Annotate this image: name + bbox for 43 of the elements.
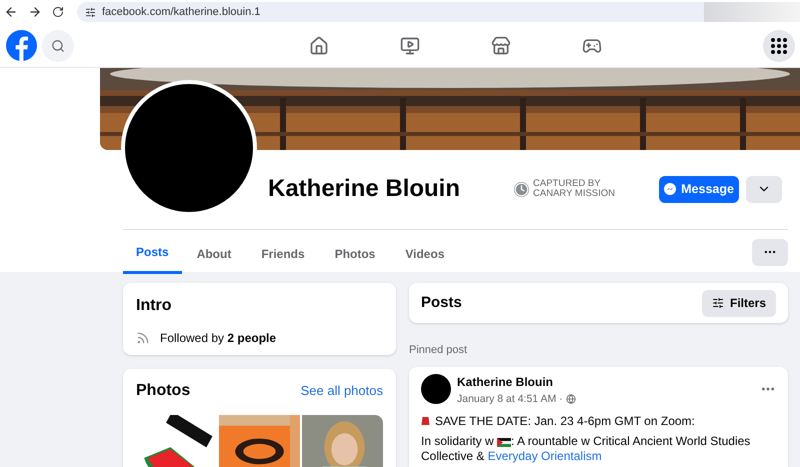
intro-title: Intro	[136, 296, 173, 316]
menu-button[interactable]	[763, 30, 795, 62]
profile-tab[interactable]: Posts	[123, 230, 182, 274]
profile-tab[interactable]: Friends	[246, 230, 320, 274]
messenger-icon	[664, 183, 676, 195]
filters-button[interactable]: Filters	[702, 290, 776, 316]
forward-icon[interactable]	[28, 5, 42, 19]
followers-icon	[136, 331, 150, 345]
url-text: facebook.com/katherine.blouin.1	[102, 4, 260, 20]
logo-icon[interactable]	[6, 30, 37, 61]
site-settings-icon[interactable]	[85, 6, 96, 18]
search-icon	[51, 38, 65, 52]
back-icon[interactable]	[4, 5, 18, 19]
profile-tab[interactable]: About	[182, 230, 246, 274]
author-avatar[interactable]	[421, 374, 451, 404]
post-text: In solidarity w : A rountable w Critical Ancient World Studies Collective & Everyday Orientalism	[421, 434, 752, 464]
flag-icon	[497, 438, 512, 447]
badge-text: CAPTURED BY	[533, 179, 602, 189]
reload-icon[interactable]	[52, 6, 64, 18]
marketplace-icon[interactable]	[491, 36, 511, 56]
post-time[interactable]: January 8 at 4:51 AM ·	[457, 392, 563, 408]
author-name[interactable]: Katherine Blouin	[457, 372, 576, 390]
video-icon[interactable]	[400, 36, 420, 56]
message-button[interactable]: Message	[659, 176, 740, 202]
photos-title: Photos	[136, 381, 190, 401]
profile-name: Katherine Blouin	[268, 174, 460, 204]
profile-tab[interactable]: Photos	[320, 230, 390, 274]
fez-icon	[421, 416, 430, 426]
profile-tab[interactable]: Videos	[390, 230, 460, 274]
home-icon[interactable]	[309, 36, 329, 56]
menu-icon	[771, 38, 787, 54]
globe-icon	[566, 394, 576, 404]
posts-title: Posts	[421, 292, 462, 313]
filters-icon	[712, 297, 724, 309]
followers-text: Followed by 2 people	[160, 330, 276, 347]
search-button[interactable]	[42, 30, 74, 62]
everyday-orientalism-link[interactable]: Everyday Orientalism	[488, 449, 602, 464]
post-text: SAVE THE DATE: Jan. 23 4-6pm GMT on Zoom:	[435, 413, 695, 430]
see-all-photos-link[interactable]: See all photos	[300, 381, 383, 401]
pinned-post-label: Pinned post	[409, 343, 468, 358]
clock-icon	[514, 182, 530, 196]
address-bar[interactable]: facebook.com/katherine.blouin.1	[77, 2, 704, 22]
badge-text: CANARY MISSION	[533, 189, 616, 199]
